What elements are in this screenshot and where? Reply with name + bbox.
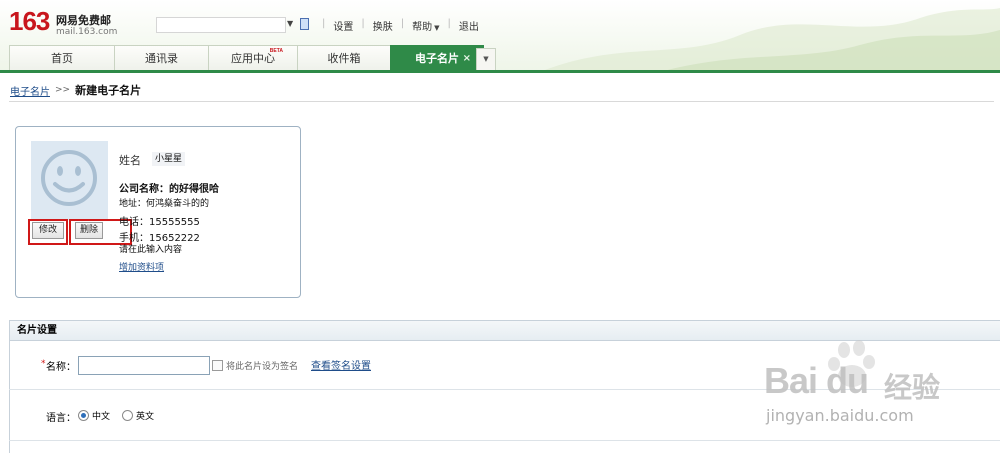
help-dropdown-icon: ▼ [434,24,440,32]
tab-contacts[interactable]: 通讯录 [114,45,208,71]
language-option-chinese[interactable]: 中文 [92,409,110,422]
help-link[interactable]: 帮助 ▼ [412,18,439,33]
required-mark: * [41,359,46,369]
divider [9,101,994,102]
account-box[interactable] [156,17,286,33]
divider [9,440,1000,441]
watermark-brand: Bai du [764,360,869,401]
language-radio-chinese[interactable] [78,410,89,421]
logo-domain: mail.163.com [56,27,118,37]
tab-inbox[interactable]: 收件箱 [297,45,390,71]
breadcrumb-ecard-link[interactable]: 电子名片 [10,83,50,98]
logo-title: 网易免费邮 [56,14,111,27]
name-value[interactable]: 小星星 [152,152,186,166]
company-field[interactable]: 公司名称：的好得很哈 [119,180,219,195]
tab-app-center[interactable]: 应用中心 BETA [208,45,297,71]
name-label: 姓名 [119,154,141,167]
signature-checkbox[interactable] [212,360,223,371]
skin-link[interactable]: 换肤 [373,18,393,33]
settings-title: 名片设置 [9,320,1000,341]
highlight-box-edit [28,219,68,245]
tab-ecard[interactable]: 电子名片 × [390,45,484,71]
language-label: 语言： [46,413,76,424]
add-field-link[interactable]: 增加资料项 [119,260,164,273]
breadcrumb-separator: >> [55,85,71,95]
tab-underline [0,70,1000,73]
close-icon[interactable]: × [463,46,471,71]
signature-checkbox-label[interactable]: 将此名片设为签名 [226,359,298,372]
card-name-label: 名称： [46,362,76,373]
content-hint-field[interactable]: 请在此输入内容 [119,242,182,255]
top-links: | 设置 | 换肤 | 帮助 ▼ | 退出 [322,18,479,33]
logo-163[interactable]: 163 [9,6,50,36]
settings-link[interactable]: 设置 [333,18,353,33]
watermark-cn: 经验 [884,371,941,404]
page-title: 新建电子名片 [75,84,142,97]
card-name-input[interactable] [78,356,210,375]
beta-badge: BETA [269,48,283,54]
main-tabs: 首页 通讯录 应用中心 BETA 收件箱 电子名片 × [9,45,484,71]
breadcrumb: 电子名片 >> 新建电子名片 [10,82,141,98]
signature-settings-link[interactable]: 查看签名设置 [311,357,371,372]
smiley-icon [41,150,97,206]
phone-field[interactable]: 电话：15555555 [119,213,200,228]
language-option-english[interactable]: 英文 [136,409,154,422]
language-radio-english[interactable] [122,410,133,421]
watermark-domain: jingyan.baidu.com [766,406,914,425]
logout-link[interactable]: 退出 [459,18,479,33]
avatar [31,141,108,220]
tab-home[interactable]: 首页 [9,45,114,71]
mailbox-icon[interactable] [300,18,309,30]
account-dropdown-icon[interactable]: ▼ [287,19,293,28]
tab-more-dropdown-icon[interactable]: ▼ [476,48,496,71]
address-field[interactable]: 地址：何鸿燊奋斗的的 [119,196,209,209]
scenery-decoration [540,8,1000,72]
